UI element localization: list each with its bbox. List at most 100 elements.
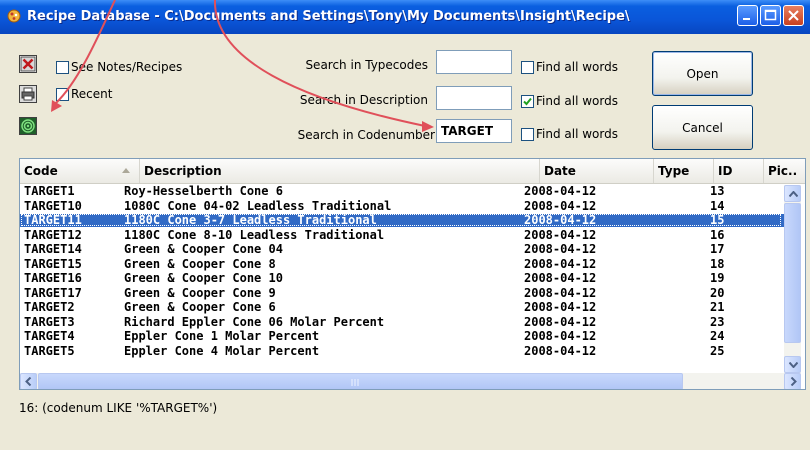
- column-header-date[interactable]: Date: [540, 159, 654, 183]
- table-row[interactable]: TARGET3 Richard Eppler Cone 06 Molar Perc…: [20, 316, 784, 329]
- horizontal-scroll-thumb[interactable]: [38, 373, 683, 389]
- print-button[interactable]: [19, 85, 37, 103]
- cell-type: [652, 330, 708, 343]
- recipe-results-table[interactable]: Code Description Date Type ID Pic.. TARG…: [19, 158, 806, 390]
- cell-date: 2008-04-12: [524, 315, 597, 329]
- table-row[interactable]: TARGET12 1180C Cone 8-10 Leadless Traditi…: [20, 229, 784, 242]
- table-row[interactable]: TARGET16 Green & Cooper Cone 10 2008-04-12…: [20, 272, 784, 285]
- cell-description: Richard Eppler Cone 06 Molar Percent: [124, 315, 385, 329]
- cell-type: [652, 214, 708, 227]
- description-search-input[interactable]: [436, 86, 512, 110]
- scroll-grip-icon: [351, 379, 359, 386]
- cell-date: 2008-04-12: [524, 228, 597, 242]
- cell-description: Eppler Cone 4 Molar Percent: [124, 344, 320, 358]
- table-row[interactable]: TARGET1 Roy-Hesselberth Cone 6 2008-04-12 1…: [20, 185, 784, 198]
- column-header-id[interactable]: ID: [714, 159, 764, 183]
- cell-code: TARGET4: [24, 330, 75, 343]
- maximize-button[interactable]: [760, 5, 781, 26]
- table-row[interactable]: TARGET11 1180C Cone 3-7 Leadless Traditio…: [20, 214, 784, 227]
- cell-date: 2008-04-12: [524, 214, 597, 227]
- cell-date: 2008-04-12: [524, 301, 597, 314]
- table-row[interactable]: TARGET17 Green & Cooper Cone 9 2008-04-12 2…: [20, 287, 784, 300]
- recent-checkbox[interactable]: [56, 88, 69, 101]
- cell-id: 16: [710, 228, 725, 242]
- table-row[interactable]: TARGET14 Green & Cooper Cone 04 2008-04-12…: [20, 243, 784, 256]
- cell-id: 15: [710, 214, 725, 227]
- vertical-scroll-thumb[interactable]: [784, 203, 801, 343]
- search-description-label: Search in Description: [299, 93, 428, 107]
- column-header-description[interactable]: Description: [140, 159, 540, 183]
- scroll-up-button[interactable]: [784, 185, 801, 202]
- minimize-button[interactable]: [737, 5, 758, 26]
- table-row[interactable]: TARGET10 1080C Cone 04-02 Leadless Tradit…: [20, 200, 784, 213]
- codenumber-search-input[interactable]: TARGET: [436, 119, 512, 143]
- open-button[interactable]: Open: [652, 51, 753, 96]
- cell-id: 19: [710, 272, 725, 285]
- close-box-icon: [20, 56, 36, 72]
- cell-id: 21: [710, 301, 725, 314]
- table-header: Code Description Date Type ID Pic..: [20, 159, 805, 184]
- cell-type: [652, 272, 708, 285]
- cell-date: 2008-04-12: [524, 330, 597, 343]
- cell-code: TARGET3: [24, 315, 75, 329]
- see-notes-checkbox[interactable]: [56, 61, 69, 74]
- window-close-icon: [788, 10, 799, 21]
- title-bar[interactable]: Recipe Database - C:\Documents and Setti…: [0, 0, 810, 34]
- cell-description: Green & Cooper Cone 8: [124, 257, 276, 271]
- table-row[interactable]: TARGET15 Green & Cooper Cone 8 2008-04-12 1…: [20, 258, 784, 271]
- codenumber-find-all-label: Find all words: [536, 127, 618, 141]
- description-find-all-checkbox[interactable]: [521, 95, 534, 108]
- cell-id: 17: [710, 243, 725, 256]
- codenumber-find-all-checkbox[interactable]: [521, 128, 534, 141]
- horizontal-scrollbar[interactable]: [20, 373, 801, 389]
- scroll-down-button[interactable]: [784, 356, 801, 373]
- minimize-icon: [743, 18, 750, 20]
- cell-id: 25: [710, 344, 725, 358]
- cell-date: 2008-04-12: [524, 272, 597, 285]
- maximize-icon: [764, 9, 777, 21]
- cell-code: TARGET17: [24, 286, 82, 300]
- cell-id: 23: [710, 315, 725, 329]
- scroll-left-button[interactable]: [20, 373, 37, 389]
- cell-id: 24: [710, 330, 725, 343]
- table-row[interactable]: TARGET4 Eppler Cone 1 Molar Percent 2008-0…: [20, 330, 784, 343]
- cell-description: 1180C Cone 3-7 Leadless Traditional: [124, 214, 377, 227]
- cell-type: [652, 345, 708, 358]
- typecodes-find-all-checkbox[interactable]: [521, 61, 534, 74]
- recipe-database-window: Recipe Database - C:\Documents and Setti…: [0, 0, 810, 450]
- search-codenumber-label: Search in Codenumber: [297, 128, 435, 142]
- cell-id: 18: [710, 257, 725, 271]
- cell-code: TARGET14: [24, 243, 82, 256]
- table-row[interactable]: TARGET5 Eppler Cone 4 Molar Percent 2008-0…: [20, 345, 784, 358]
- cell-date: 2008-04-12: [524, 243, 597, 256]
- cell-id: 13: [710, 185, 725, 198]
- column-header-code[interactable]: Code: [20, 159, 140, 183]
- cell-description: Green & Cooper Cone 10: [124, 272, 283, 285]
- column-header-pic[interactable]: Pic..: [764, 159, 805, 183]
- sort-ascending-icon: [122, 168, 130, 173]
- cell-date: 2008-04-12: [524, 199, 597, 213]
- cancel-button[interactable]: Cancel: [652, 105, 753, 150]
- typecodes-find-all-label: Find all words: [536, 60, 618, 74]
- cell-id: 14: [710, 199, 725, 213]
- cell-code: TARGET2: [24, 301, 75, 314]
- cell-code: TARGET16: [24, 272, 82, 285]
- cell-code: TARGET1: [24, 185, 75, 198]
- recent-label: Recent: [71, 87, 113, 101]
- cell-code: TARGET10: [24, 199, 82, 213]
- scroll-right-button[interactable]: [784, 373, 801, 389]
- typecodes-search-input[interactable]: [436, 50, 512, 74]
- close-box-button[interactable]: [19, 55, 37, 73]
- cell-description: 1180C Cone 8-10 Leadless Traditional: [124, 228, 385, 242]
- cell-type: [652, 229, 708, 242]
- cell-description: Eppler Cone 1 Molar Percent: [124, 330, 320, 343]
- column-header-type[interactable]: Type: [654, 159, 714, 183]
- cell-code: TARGET12: [24, 228, 82, 242]
- cell-type: [652, 185, 708, 198]
- chevron-left-icon: [25, 377, 32, 386]
- close-window-button[interactable]: [783, 5, 804, 26]
- cell-date: 2008-04-12: [524, 286, 597, 300]
- target-button[interactable]: [19, 117, 37, 135]
- vertical-scrollbar[interactable]: [784, 185, 801, 373]
- table-row[interactable]: TARGET2 Green & Cooper Cone 6 2008-04-12 21: [20, 301, 784, 314]
